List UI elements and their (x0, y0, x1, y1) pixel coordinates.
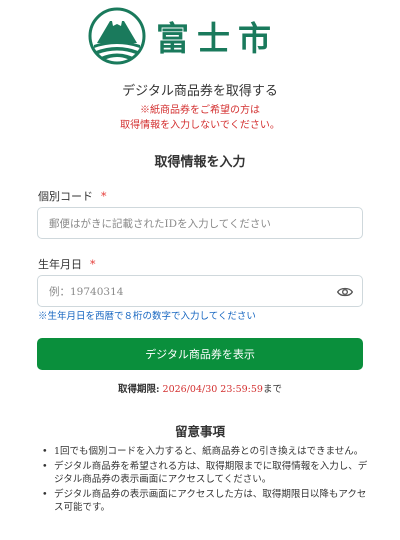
birthdate-label: 生年月日 * (38, 256, 96, 272)
birthdate-input[interactable]: 例：19740314 (37, 275, 363, 307)
birthdate-label-text: 生年月日 (38, 258, 82, 271)
deadline: 取得期限: 2026/04/30 23:59:59まで (0, 381, 400, 395)
deadline-date: 2026/04/30 23:59:59 (162, 384, 263, 395)
eye-icon[interactable] (337, 284, 353, 300)
code-input[interactable]: 郵便はがきに記載されたIDを入力してください (37, 207, 363, 239)
deadline-label: 取得期限: (117, 384, 160, 395)
notes-title: 留意事項 (174, 424, 225, 439)
code-label: 個別コード * (38, 188, 107, 204)
list-item: 1回でも個別コードを入力すると、紙商品券との引き換えはできません。 (40, 445, 370, 459)
code-label-text: 個別コード (38, 190, 93, 203)
notes-list: 1回でも個別コードを入力すると、紙商品券との引き換えはできません。 デジタル商品… (40, 445, 370, 516)
section-title: 取得情報を入力 (154, 155, 246, 170)
required-mark: * (90, 258, 96, 271)
birthdate-hint: ※生年月日を西暦で８桁の数字で入力してください (38, 311, 256, 322)
list-item: デジタル商品券の表示画面にアクセスした方は、取得期限日以降もアクセス可能です。 (40, 488, 370, 515)
list-item: デジタル商品券を希望される方は、取得期限までに取得情報を入力し、デジタル商品券の… (40, 460, 370, 487)
brand-logo: 富士市 (88, 7, 288, 65)
birthdate-input-placeholder: 例：19740314 (49, 285, 124, 298)
page-title: デジタル商品券を取得する (122, 84, 278, 99)
show-voucher-button[interactable]: デジタル商品券を表示 (37, 338, 363, 370)
deadline-suffix: まで (262, 384, 282, 395)
fuji-city-emblem-icon (88, 7, 146, 65)
paper-voucher-note-line2: 取得情報を入力しないでください。 (120, 120, 280, 131)
paper-voucher-note-line1: ※紙商品券をご希望の方は (140, 105, 260, 116)
required-mark: * (101, 190, 107, 203)
code-input-placeholder: 郵便はがきに記載されたIDを入力してください (49, 217, 271, 230)
brand-name: 富士市 (156, 19, 279, 58)
